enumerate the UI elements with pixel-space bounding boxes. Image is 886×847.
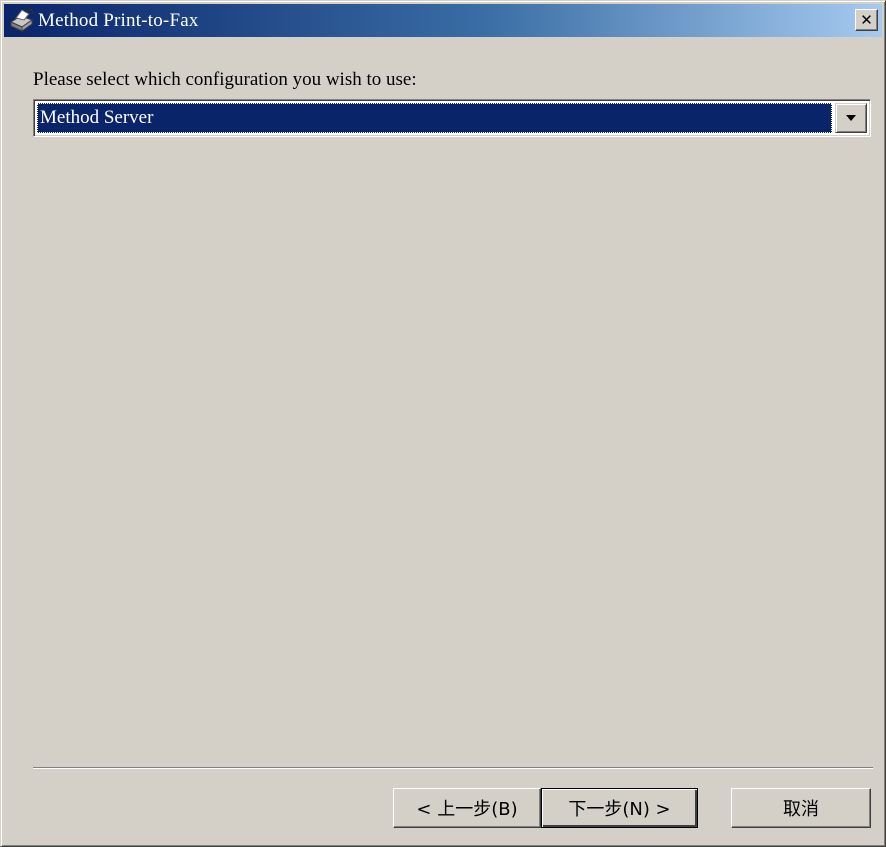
back-button[interactable]: < 上一步(B) — [393, 788, 541, 828]
cancel-button[interactable]: 取消 — [731, 788, 871, 828]
close-button[interactable]: ✕ — [855, 9, 878, 31]
dialog-window: Method Print-to-Fax ✕ Please select whic… — [0, 0, 886, 847]
dropdown-arrow-button[interactable] — [835, 103, 867, 133]
fax-printer-icon — [4, 4, 38, 37]
next-button[interactable]: 下一步(N) > — [541, 788, 698, 828]
configuration-selected-value[interactable]: Method Server — [37, 103, 832, 133]
button-separator — [33, 767, 873, 769]
prompt-label: Please select which configuration you wi… — [33, 69, 417, 90]
chevron-down-icon — [846, 115, 856, 121]
close-icon: ✕ — [860, 11, 873, 29]
title-bar[interactable]: Method Print-to-Fax ✕ — [4, 4, 882, 37]
window-title: Method Print-to-Fax — [38, 9, 199, 31]
configuration-dropdown[interactable]: Method Server — [33, 99, 871, 137]
